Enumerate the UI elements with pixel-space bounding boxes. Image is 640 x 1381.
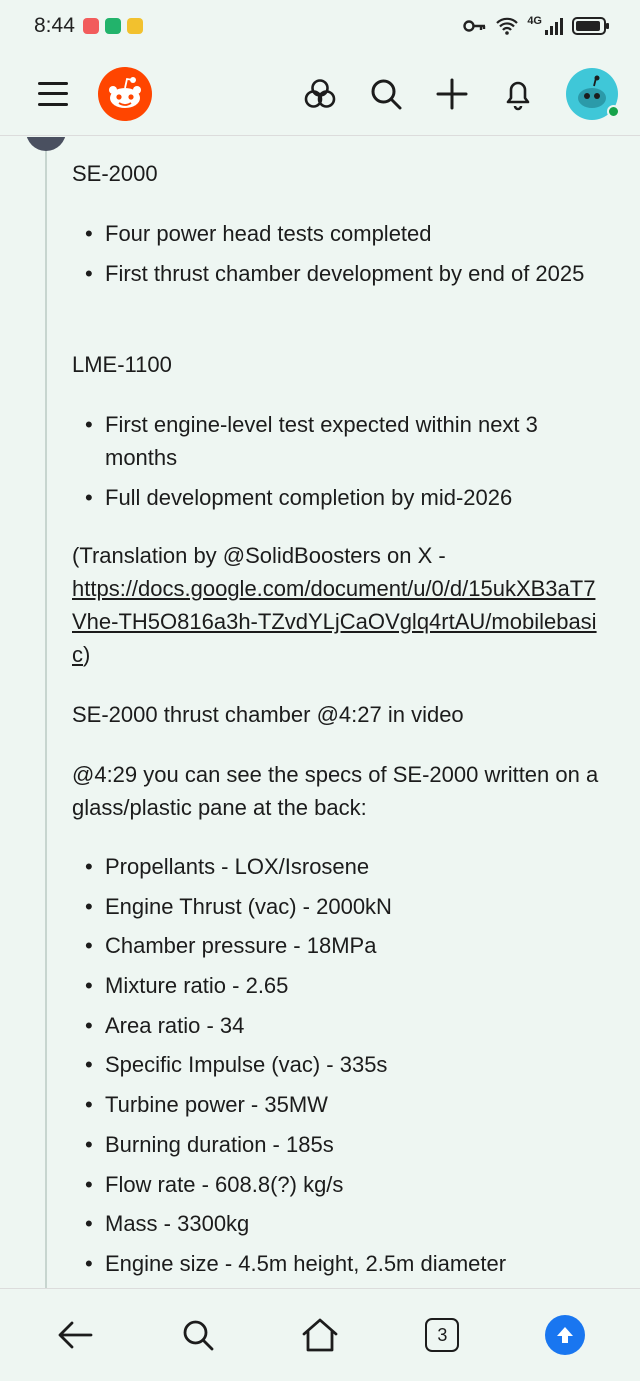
search-icon bbox=[183, 1320, 213, 1351]
list-item: Flow rate - 608.8(?) kg/s bbox=[52, 1168, 592, 1208]
specs-list: Propellants - LOX/Isrosene Engine Thrust… bbox=[52, 850, 612, 1287]
user-avatar[interactable] bbox=[566, 67, 620, 120]
commenter-avatar[interactable] bbox=[26, 137, 66, 151]
notification-bell-icon[interactable] bbox=[500, 76, 536, 112]
thread-line[interactable] bbox=[45, 137, 47, 1288]
tabs-button[interactable]: 3 bbox=[418, 1311, 466, 1359]
status-indicators: 4G bbox=[463, 15, 609, 36]
header-actions bbox=[302, 67, 620, 120]
app-notification-icon bbox=[126, 18, 143, 34]
translation-note: (Translation by @SolidBoosters on X - ht… bbox=[72, 539, 607, 671]
signal-icon bbox=[545, 18, 563, 35]
translation-prefix: (Translation by @SolidBoosters on X - bbox=[72, 543, 446, 568]
list-item: First engine-level test expected within … bbox=[52, 408, 612, 481]
back-button[interactable] bbox=[51, 1311, 99, 1359]
chamber-line: SE-2000 thrust chamber @4:27 in video bbox=[72, 702, 464, 727]
lme1100-list: First engine-level test expected within … bbox=[52, 408, 612, 514]
network-type: 4G bbox=[527, 15, 542, 27]
create-icon[interactable] bbox=[434, 76, 470, 112]
bottom-navigation: 3 bbox=[0, 1288, 640, 1381]
se2000-heading: SE-2000 bbox=[72, 161, 158, 186]
online-status-dot bbox=[607, 104, 620, 118]
search-icon[interactable] bbox=[368, 76, 404, 112]
notification-icons bbox=[82, 18, 143, 34]
scroll-top-icon bbox=[544, 1315, 585, 1355]
status-bar: 8:44 4G bbox=[0, 0, 640, 52]
list-item: Mass - 3300kg bbox=[52, 1207, 592, 1247]
list-item: Full development completion by mid-2026 bbox=[52, 481, 612, 514]
key-icon bbox=[463, 20, 486, 32]
list-item: Burning duration - 185s bbox=[52, 1128, 592, 1168]
app-header bbox=[0, 52, 640, 136]
se2000-list: Four power head tests completed First th… bbox=[52, 217, 612, 290]
list-item: Turbine power - 35MW bbox=[52, 1088, 592, 1128]
reddit-logo[interactable] bbox=[98, 66, 152, 121]
list-item: Specific Impulse (vac) - 335s bbox=[52, 1048, 592, 1088]
list-item: Four power head tests completed bbox=[52, 217, 592, 257]
list-item: Propellants - LOX/Isrosene bbox=[52, 850, 592, 890]
list-item: Engine size - 4.5m height, 2.5m diameter bbox=[52, 1247, 612, 1287]
lme1100-heading: LME-1100 bbox=[72, 352, 172, 377]
search-button[interactable] bbox=[174, 1311, 222, 1359]
home-icon bbox=[302, 1318, 338, 1352]
translation-link[interactable]: https://docs.google.com/document/u/0/d/1… bbox=[72, 576, 597, 667]
scroll-top-button[interactable] bbox=[541, 1311, 589, 1359]
specs-intro: @4:29 you can see the specs of SE-2000 w… bbox=[72, 762, 599, 820]
back-arrow-icon bbox=[58, 1321, 93, 1349]
community-icon[interactable] bbox=[302, 76, 338, 112]
list-item: Area ratio - 34 bbox=[52, 1009, 592, 1049]
app-notification-icon bbox=[104, 18, 121, 34]
tabs-count: 3 bbox=[425, 1318, 460, 1352]
translation-suffix: ) bbox=[83, 642, 91, 667]
home-button[interactable] bbox=[296, 1311, 344, 1359]
list-item: Chamber pressure - 18MPa bbox=[52, 929, 592, 969]
comment-content: SE-2000 Four power head tests completed … bbox=[0, 137, 640, 1288]
list-item: First thrust chamber development by end … bbox=[52, 257, 612, 290]
list-item: Engine Thrust (vac) - 2000kN bbox=[52, 890, 592, 930]
wifi-icon bbox=[496, 17, 519, 35]
battery-icon bbox=[572, 17, 609, 35]
menu-icon[interactable] bbox=[38, 81, 68, 106]
list-item: Mixture ratio - 2.65 bbox=[52, 969, 592, 1009]
app-notification-icon bbox=[82, 18, 99, 34]
status-time: 8:44 bbox=[34, 14, 75, 37]
